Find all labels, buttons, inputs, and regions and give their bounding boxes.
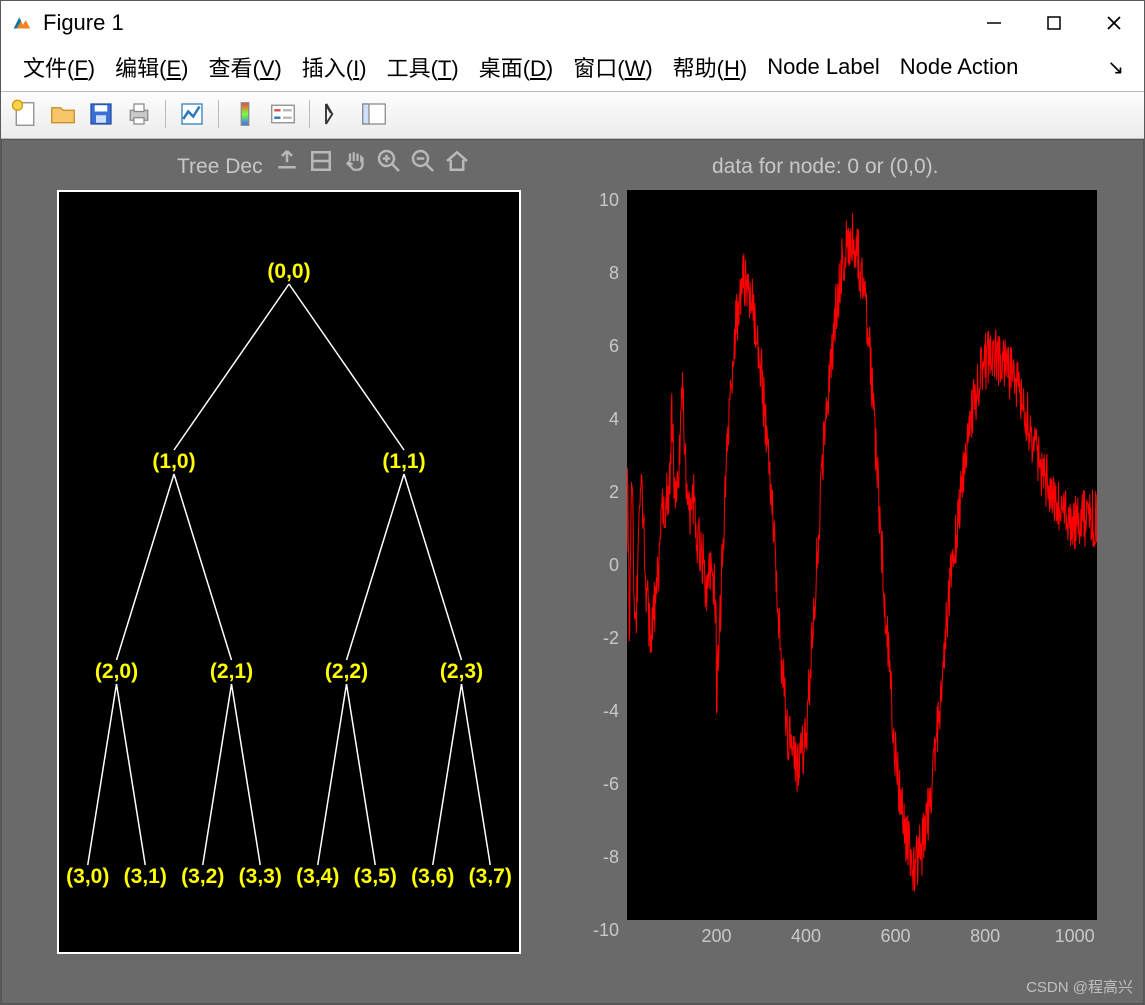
menu-node-action[interactable]: Node Action — [890, 52, 1029, 82]
toolbar-separator — [165, 100, 166, 128]
toolbar — [1, 91, 1144, 139]
signal-line — [627, 190, 1097, 920]
new-figure-button[interactable] — [9, 98, 41, 130]
menu-desktop[interactable]: 桌面(D) — [469, 49, 564, 85]
tree-node[interactable]: (0,0) — [267, 260, 310, 284]
tree-edges — [59, 192, 519, 952]
toolbar-overflow-icon[interactable]: ↘ — [1107, 55, 1134, 80]
brush-icon[interactable] — [306, 146, 336, 176]
x-tick-label: 800 — [970, 926, 1000, 947]
legend-button[interactable] — [267, 98, 299, 130]
matlab-icon — [11, 12, 33, 34]
print-button[interactable] — [123, 98, 155, 130]
figure-window: Figure 1 文件(F) 编辑(E) 查看(V) 插入(I) 工具(T) 桌… — [0, 0, 1145, 1005]
pan-icon[interactable] — [340, 146, 370, 176]
open-button[interactable] — [47, 98, 79, 130]
menu-view[interactable]: 查看(V) — [198, 49, 291, 85]
menubar: 文件(F) 编辑(E) 查看(V) 插入(I) 工具(T) 桌面(D) 窗口(W… — [1, 45, 1144, 91]
left-plot-title: Tree Dec — [177, 155, 263, 179]
home-icon[interactable] — [442, 146, 472, 176]
x-tick-label: 1000 — [1055, 926, 1095, 947]
colorbar-button[interactable] — [229, 98, 261, 130]
tree-node[interactable]: (2,3) — [440, 660, 483, 684]
toolbar-separator — [218, 100, 219, 128]
tree-node[interactable]: (1,1) — [382, 450, 425, 474]
menu-file[interactable]: 文件(F) — [13, 49, 105, 85]
x-tick-label: 400 — [791, 926, 821, 947]
menu-window[interactable]: 窗口(W) — [563, 49, 662, 85]
toolbar-separator — [309, 100, 310, 128]
menu-insert[interactable]: 插入(I) — [292, 49, 377, 85]
signal-axes[interactable] — [627, 190, 1097, 920]
close-button[interactable] — [1084, 1, 1144, 45]
window-title: Figure 1 — [43, 10, 124, 36]
tree-node[interactable]: (3,7) — [469, 865, 512, 889]
tree-node[interactable]: (2,0) — [95, 660, 138, 684]
tree-node[interactable]: (3,6) — [411, 865, 454, 889]
tree-node[interactable]: (3,5) — [354, 865, 397, 889]
window-controls — [964, 1, 1144, 45]
tree-node[interactable]: (1,0) — [152, 450, 195, 474]
maximize-button[interactable] — [1024, 1, 1084, 45]
menu-edit[interactable]: 编辑(E) — [105, 49, 198, 85]
menu-node-label[interactable]: Node Label — [757, 52, 890, 82]
tree-node[interactable]: (3,0) — [66, 865, 109, 889]
axes-toolbar — [272, 146, 472, 176]
tree-axes[interactable]: (0,0) (1,0) (1,1) (2,0) (2,1) (2,2) (2,3) (3,0)… — [57, 190, 521, 954]
edit-plot-button[interactable] — [320, 98, 352, 130]
save-button[interactable] — [85, 98, 117, 130]
link-axes-button[interactable] — [176, 98, 208, 130]
minimize-button[interactable] — [964, 1, 1024, 45]
tree-node[interactable]: (2,2) — [325, 660, 368, 684]
x-tick-label: 200 — [701, 926, 731, 947]
tree-node[interactable]: (3,2) — [181, 865, 224, 889]
tree-node[interactable]: (3,1) — [124, 865, 167, 889]
right-plot-title: data for node: 0 or (0,0). — [712, 155, 938, 179]
figure-area: Tree Dec (0,0)(1,0)(1,1)(2,0)(2,1)(2,2)(… — [1, 139, 1144, 1004]
titlebar: Figure 1 — [1, 1, 1144, 45]
tree-node[interactable]: (3,4) — [296, 865, 339, 889]
menu-tools[interactable]: 工具(T) — [377, 49, 469, 85]
export-icon[interactable] — [272, 146, 302, 176]
menu-help[interactable]: 帮助(H) — [663, 49, 758, 85]
zoom-in-icon[interactable] — [374, 146, 404, 176]
property-editor-button[interactable] — [358, 98, 390, 130]
tree-node[interactable]: (3,3) — [239, 865, 282, 889]
watermark: CSDN @程高兴 — [1026, 976, 1133, 997]
x-tick-label: 600 — [881, 926, 911, 947]
zoom-out-icon[interactable] — [408, 146, 438, 176]
tree-node[interactable]: (2,1) — [210, 660, 253, 684]
